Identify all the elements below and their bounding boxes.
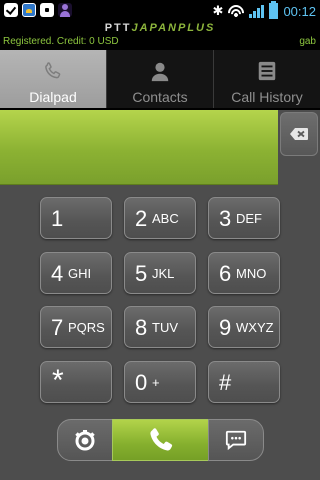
call-button[interactable] — [112, 419, 209, 461]
key-star[interactable]: * — [40, 361, 112, 403]
bag-icon — [40, 3, 54, 17]
sms-icon — [225, 430, 247, 451]
history-icon — [258, 61, 276, 81]
key-9[interactable]: 9 WXYZ — [208, 306, 280, 348]
brand-part-2: JAPANPLUS — [131, 22, 216, 34]
clock: 00:12 — [283, 3, 316, 19]
sms-button[interactable] — [208, 419, 264, 461]
bluetooth-icon: ✱ — [212, 3, 224, 19]
contact-icon — [151, 62, 169, 82]
call-icon — [149, 428, 172, 451]
tab-label: Contacts — [132, 89, 188, 105]
key-3[interactable]: 3 DEF — [208, 197, 280, 239]
key-7[interactable]: 7 PQRS — [40, 306, 112, 348]
key-digit: 1 — [51, 206, 64, 231]
key-digit: 4 — [51, 261, 64, 286]
notification-icons — [4, 3, 72, 17]
person-icon — [58, 3, 72, 17]
phone-icon — [45, 62, 61, 79]
battery-icon — [269, 1, 279, 19]
key-8[interactable]: 8 TUV — [124, 306, 196, 348]
photo-icon — [22, 3, 36, 17]
tab-contacts[interactable]: Contacts — [106, 50, 213, 108]
key-4[interactable]: 4 GHI — [40, 252, 112, 294]
key-1[interactable]: 1 — [40, 197, 112, 239]
key-letters: DEF — [236, 211, 262, 226]
key-6[interactable]: 6 MNO — [208, 252, 280, 294]
tab-bar: Dialpad Contacts Call History — [0, 50, 320, 108]
app-header: PTTJAPANPLUS Registered. Credit: 0 USD g… — [0, 22, 320, 50]
key-letters: MNO — [236, 266, 267, 281]
key-letters: WXYZ — [236, 320, 274, 335]
backspace-button[interactable] — [280, 112, 318, 156]
key-digit: 6 — [219, 261, 232, 286]
key-letters: TUV — [152, 320, 178, 335]
key-letters: + — [152, 375, 160, 390]
key-digit: # — [219, 370, 232, 395]
key-digit: 5 — [135, 261, 148, 286]
number-display[interactable] — [0, 110, 278, 185]
key-digit: 8 — [135, 315, 148, 340]
key-letters: ABC — [152, 211, 179, 226]
voicemail-icon — [75, 430, 95, 451]
key-0[interactable]: 0 + — [124, 361, 196, 403]
action-bar — [57, 419, 264, 461]
tab-call-history[interactable]: Call History — [213, 50, 320, 108]
key-letters: PQRS — [68, 320, 105, 335]
backspace-icon — [290, 128, 308, 140]
key-digit: * — [52, 364, 64, 397]
wifi-icon — [228, 5, 245, 17]
status-bar: ✱ 00:12 — [0, 0, 320, 22]
key-digit: 7 — [51, 315, 64, 340]
brand-part-1: PTT — [104, 22, 132, 34]
key-digit: 0 — [135, 370, 148, 395]
signal-icon — [249, 4, 265, 18]
system-indicators: ✱ 00:12 — [213, 0, 316, 22]
tab-dialpad[interactable]: Dialpad — [0, 50, 106, 108]
key-5[interactable]: 5 JKL — [124, 252, 196, 294]
voicemail-button[interactable] — [57, 419, 113, 461]
registration-status: Registered. Credit: 0 USD — [3, 36, 119, 47]
check-icon — [4, 3, 18, 17]
username: gab — [299, 36, 316, 47]
key-2[interactable]: 2 ABC — [124, 197, 196, 239]
key-digit: 9 — [219, 315, 232, 340]
key-letters: GHI — [68, 266, 92, 281]
key-digit: 2 — [135, 206, 148, 231]
key-hash[interactable]: # — [208, 361, 280, 403]
tab-label: Dialpad — [29, 89, 77, 105]
key-digit: 3 — [219, 206, 232, 231]
tab-label: Call History — [231, 89, 303, 105]
key-letters: JKL — [152, 266, 175, 281]
brand-logo: PTTJAPANPLUS — [0, 22, 320, 34]
